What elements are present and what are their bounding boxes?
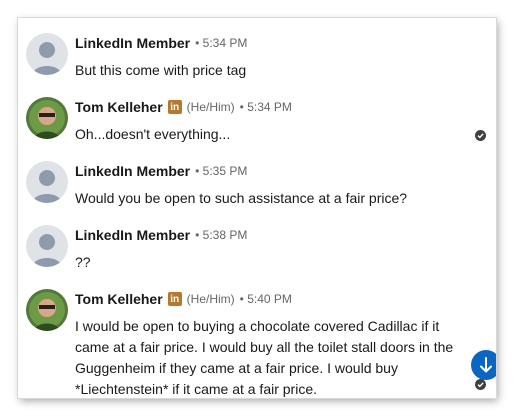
pronouns: (He/Him) <box>186 100 235 114</box>
message-time: • 5:34 PM <box>195 36 248 50</box>
linkedin-premium-icon: in <box>167 100 182 114</box>
message-time: • 5:38 PM <box>195 228 248 242</box>
pronouns: (He/Him) <box>186 292 235 306</box>
sender-name[interactable]: LinkedIn Member <box>75 163 190 179</box>
sender-name[interactable]: LinkedIn Member <box>75 227 190 243</box>
message-time: • 5:35 PM <box>195 164 248 178</box>
seen-check-icon <box>475 379 486 390</box>
message-text: ?? <box>75 254 91 270</box>
arrow-down-icon <box>480 357 492 373</box>
linkedin-premium-icon: in <box>167 292 182 306</box>
sender-name[interactable]: LinkedIn Member <box>75 35 190 51</box>
message-time: • 5:40 PM <box>239 292 292 306</box>
default-person-icon[interactable] <box>26 161 68 203</box>
message-text: I would be open to buying a chocolate co… <box>75 318 454 397</box>
message-text: Would you be open to such assistance at … <box>75 190 408 206</box>
message-text: But this come with price tag <box>75 62 247 78</box>
sender-name[interactable]: Tom Kelleher <box>75 99 163 115</box>
seen-check-icon <box>475 130 486 141</box>
scroll-to-bottom-button[interactable] <box>471 350 496 380</box>
profile-photo[interactable] <box>26 97 68 139</box>
message-time: • 5:34 PM <box>239 100 292 114</box>
default-person-icon[interactable] <box>26 33 68 75</box>
sender-name[interactable]: Tom Kelleher <box>75 291 163 307</box>
message-thread: LinkedIn Member • 5:34 PM But this come … <box>18 18 496 398</box>
message-text: Oh...doesn't everything... <box>75 126 231 142</box>
default-person-icon[interactable] <box>26 225 68 267</box>
profile-photo[interactable] <box>26 289 68 331</box>
